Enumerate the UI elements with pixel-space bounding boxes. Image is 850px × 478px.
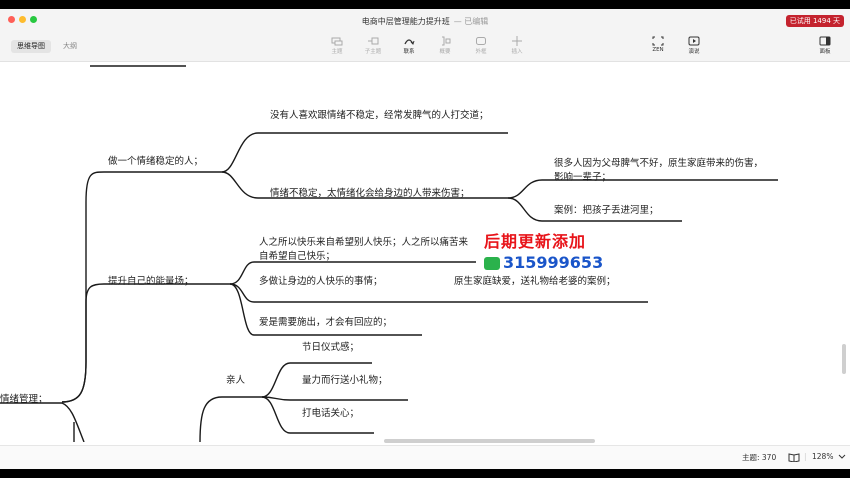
zen-mode-button[interactable]: ZEN: [643, 36, 673, 53]
status-bar: 主题: 370 | 128%: [0, 445, 850, 469]
vertical-scrollbar[interactable]: [842, 344, 846, 374]
topic-icon: [331, 37, 343, 46]
boundary-icon: [476, 37, 486, 45]
tab-mindmap[interactable]: 思维导图: [11, 40, 51, 53]
insert-button[interactable]: 插入: [502, 36, 532, 55]
topic-love-needs-giving[interactable]: 爱是需要施出，才会有回应的；: [259, 316, 392, 330]
watermark-overlay: 后期更新添加 315999653: [484, 228, 603, 272]
boundary-button[interactable]: 外框: [466, 36, 496, 55]
present-button[interactable]: 演说: [679, 36, 709, 55]
topic-unstable-hurts-others[interactable]: 情绪不稳定，太情绪化会给身边的人带来伤害；: [270, 187, 470, 201]
topic-festival-ritual[interactable]: 节日仪式感；: [302, 341, 359, 355]
chevron-down-icon[interactable]: [838, 454, 846, 460]
watermark-line1: 后期更新添加: [484, 232, 587, 251]
topic-family-harm[interactable]: 很多人因为父母脾气不好，原生家庭带来的伤害，影响一辈子；: [554, 157, 772, 185]
trial-badge[interactable]: 已试用 1494 天: [785, 15, 844, 27]
topic-button[interactable]: 主题: [322, 36, 352, 55]
topic-count: 主题: 370: [742, 453, 777, 462]
sidebar-icon: [819, 36, 831, 46]
panel-button[interactable]: 面板: [810, 36, 840, 55]
document-title: 电商中层管理能力提升班 — 已编辑: [0, 16, 850, 27]
tab-outline[interactable]: 大纲: [57, 40, 83, 53]
mindmap-root-topic[interactable]: 情绪管理；: [0, 393, 48, 407]
topic-energy-field[interactable]: 提升自己的能量场；: [108, 275, 194, 289]
topic-nobody-likes-unstable[interactable]: 没有人喜欢跟情绪不稳定，经常发脾气的人打交道；: [270, 109, 500, 123]
play-icon: [688, 36, 700, 46]
summary-button[interactable]: 概要: [430, 36, 460, 55]
topic-phone-care[interactable]: 打电话关心；: [302, 407, 359, 421]
topic-river-case[interactable]: 案例：把孩子丢进河里；: [554, 204, 659, 218]
plus-icon: [512, 36, 522, 46]
subtopic-button[interactable]: 子主题: [358, 36, 388, 55]
summary-icon: [442, 36, 451, 46]
horizontal-scrollbar[interactable]: [384, 439, 595, 443]
status-divider: |: [804, 452, 807, 461]
mindmap-canvas[interactable]: 情绪管理； 做一个情绪稳定的人； 没有人喜欢跟情绪不稳定，经常发脾气的人打交道；…: [0, 62, 850, 442]
topic-small-gifts[interactable]: 量力而行送小礼物；: [302, 374, 388, 388]
subtopic-icon: [368, 37, 379, 45]
topic-stable-emotions[interactable]: 做一个情绪稳定的人；: [108, 155, 203, 169]
document-title-text: 电商中层管理能力提升班: [361, 17, 450, 26]
app-window: 电商中层管理能力提升班 — 已编辑 已试用 1494 天 思维导图 大纲 主题 子…: [0, 9, 850, 469]
topic-family[interactable]: 亲人: [226, 374, 245, 388]
watermark-line2: 315999653: [484, 253, 603, 272]
title-bar: 电商中层管理能力提升班 — 已编辑 已试用 1494 天 思维导图 大纲 主题 子…: [0, 9, 850, 62]
topic-gift-case[interactable]: 原生家庭缺爱，送礼物给老婆的案例；: [454, 275, 616, 289]
save-status: — 已编辑: [453, 17, 489, 26]
topic-happiness-source[interactable]: 人之所以快乐来自希望别人快乐；人之所以痛苦来自希望自己快乐；: [259, 236, 474, 264]
fullscreen-icon: [652, 36, 664, 46]
zoom-level[interactable]: 128%: [812, 452, 833, 461]
wechat-icon: [484, 257, 500, 270]
relation-button[interactable]: 联系: [394, 36, 424, 55]
book-icon[interactable]: [788, 452, 800, 462]
topic-make-others-happy[interactable]: 多做让身边的人快乐的事情；: [259, 275, 383, 289]
relation-icon: [404, 39, 415, 45]
